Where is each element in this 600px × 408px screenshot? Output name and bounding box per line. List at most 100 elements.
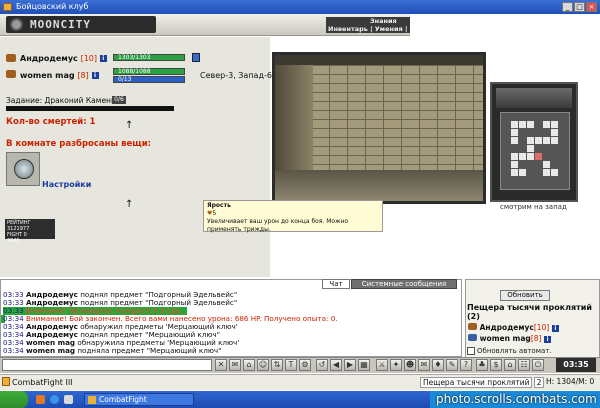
chat-time: 03:34 <box>3 346 24 355</box>
quest-icon[interactable]: ✎ <box>446 359 458 371</box>
character-1[interactable]: Андродемус [10] i <box>20 54 107 63</box>
back-icon[interactable]: ◀ <box>330 359 342 371</box>
people-icon[interactable]: ☷ <box>518 359 530 371</box>
smile-icon[interactable]: ☺ <box>257 359 269 371</box>
close-button[interactable]: × <box>586 2 597 12</box>
clan-icon[interactable]: ♣ <box>476 359 488 371</box>
auto-update-toggle[interactable]: Обновлять автомат. <box>467 347 552 355</box>
ceiling <box>275 55 483 65</box>
app-status-icon <box>2 377 10 386</box>
watermark: photo.scrolls.combats.com <box>436 392 597 406</box>
status-count: 2 <box>534 377 544 388</box>
home-icon[interactable]: ⌂ <box>504 359 516 371</box>
gear-logo-icon <box>10 18 23 31</box>
shop-icon[interactable]: $ <box>490 359 502 371</box>
logo-text: MOONCITY <box>30 18 91 31</box>
facing-direction: смотрим на запад <box>500 203 567 211</box>
chat-log[interactable]: 03:33 Андродемус поднял предмет "Подгорн… <box>0 279 462 357</box>
window-title: Бойцовский клуб <box>16 2 89 11</box>
ie-quicklaunch-icon[interactable] <box>50 395 59 404</box>
room-member[interactable]: women mag[8] i <box>468 334 552 343</box>
chat-line: 03:34 women mag подняла предмет "Мерцающ… <box>3 347 221 355</box>
scroll-icon[interactable]: ⇅ <box>271 359 283 371</box>
exit-icon[interactable]: ⏻ <box>532 359 544 371</box>
auto-update-checkbox[interactable] <box>467 347 475 355</box>
clock: 03:35 <box>556 358 596 372</box>
options-icon[interactable]: ⚙ <box>299 359 311 371</box>
counter-line-3: 3845 <box>7 238 20 244</box>
cursor-arrow-icon: ↑ <box>125 199 134 210</box>
map-icon[interactable]: ▦ <box>358 359 370 371</box>
settings-link[interactable]: Настройки <box>42 180 91 189</box>
character-2-mp-bar: 0/13 <box>113 76 185 83</box>
inventory-icon[interactable]: ⚔ <box>376 359 388 371</box>
info-icon[interactable]: i <box>544 335 552 343</box>
character-2-hp-text: 1088/1088 <box>118 68 151 75</box>
quest-progress-bar <box>6 106 174 111</box>
rating-counter[interactable]: РЕЙТИНГ 3121977 FIGHT 0 3845 <box>5 219 55 244</box>
menu-inventory-skills[interactable]: Инвентарь | Умения | М <box>328 25 416 33</box>
room-member[interactable]: Андродемус[10] i <box>468 323 559 332</box>
desktop-quicklaunch-icon[interactable] <box>64 395 73 404</box>
room-member-name[interactable]: Андродемус <box>480 323 534 332</box>
player-marker <box>535 153 542 160</box>
character-1-hp-text: 1303/1303 <box>118 54 151 61</box>
maximize-button[interactable]: □ <box>574 2 585 12</box>
character-1-level: [10] <box>80 54 98 63</box>
taskbar-item-combatfight[interactable]: CombatFight <box>84 393 194 406</box>
chat-input[interactable] <box>2 359 212 371</box>
character-1-name[interactable]: Андродемус <box>20 54 78 63</box>
dragon-stone-icon[interactable] <box>14 159 34 179</box>
taskbar-item-label: CombatFight <box>99 395 147 404</box>
help-icon[interactable]: ? <box>460 359 472 371</box>
tooltip-title: Ярость <box>207 202 231 209</box>
room-member-level: [10] <box>533 323 550 332</box>
item-slot[interactable] <box>6 152 40 186</box>
start-button[interactable] <box>0 391 28 408</box>
menu-knowledge[interactable]: Знания <box>370 17 397 25</box>
character-2[interactable]: women mag [8] i <box>20 71 99 80</box>
info-icon[interactable]: i <box>91 72 99 79</box>
top-menu: Знания Инвентарь | Умения | М <box>326 17 416 33</box>
translit-icon[interactable]: T <box>285 359 297 371</box>
clear-icon[interactable]: ✕ <box>215 359 227 371</box>
book-icon[interactable] <box>192 53 200 62</box>
refresh-button[interactable]: Обновить <box>500 290 550 301</box>
skill-tooltip: Ярость ♥5 Увеличивает ваш урон до конца … <box>203 200 383 233</box>
send-icon[interactable]: ✉ <box>229 359 241 371</box>
status-room: Пещера тысячи проклятий <box>420 377 532 388</box>
filter-icon[interactable]: ⌂ <box>243 359 255 371</box>
character-icon <box>6 70 16 78</box>
friends-icon[interactable]: ☻ <box>404 359 416 371</box>
auto-update-label: Обновлять автомат. <box>477 347 552 355</box>
character-icon <box>468 334 477 341</box>
tooltip-count: 5 <box>212 210 217 217</box>
info-icon[interactable]: i <box>551 324 559 332</box>
info-icon[interactable]: i <box>99 55 107 62</box>
character-icon <box>468 323 477 330</box>
bag-icon[interactable]: ♦ <box>432 359 444 371</box>
dungeon-view[interactable] <box>272 52 486 204</box>
character-1-hp-bar: 1303/1303 <box>113 54 185 61</box>
character-2-hp-bar: 1088/1088 <box>113 68 185 75</box>
tab-system-messages[interactable]: Системные сообщения <box>351 279 457 289</box>
status-app-name: CombatFight III <box>12 378 73 387</box>
forward-icon[interactable]: ▶ <box>344 359 356 371</box>
mail-icon[interactable]: ✉ <box>418 359 430 371</box>
character-2-name[interactable]: women mag <box>20 71 75 80</box>
chat-author: women mag <box>26 346 76 355</box>
character-2-mp-text: 0/13 <box>118 76 132 83</box>
dungeon-minimap[interactable] <box>490 82 578 202</box>
window-title-bar: Бойцовский клуб _ □ × <box>0 0 600 14</box>
tab-chat[interactable]: Чат <box>322 279 350 289</box>
game-logo: MOONCITY <box>6 16 156 33</box>
minimize-button[interactable]: _ <box>562 2 573 12</box>
room-member-name[interactable]: women mag <box>480 334 531 343</box>
combatfight-icon <box>88 396 96 404</box>
browser-quicklaunch-icon[interactable] <box>36 395 45 404</box>
tooltip-text-2: применять трижды. <box>207 226 271 233</box>
nav-icon[interactable]: ↺ <box>316 359 328 371</box>
minimap-grid <box>500 112 570 190</box>
app-icon <box>3 3 12 11</box>
skills-icon[interactable]: ✦ <box>390 359 402 371</box>
